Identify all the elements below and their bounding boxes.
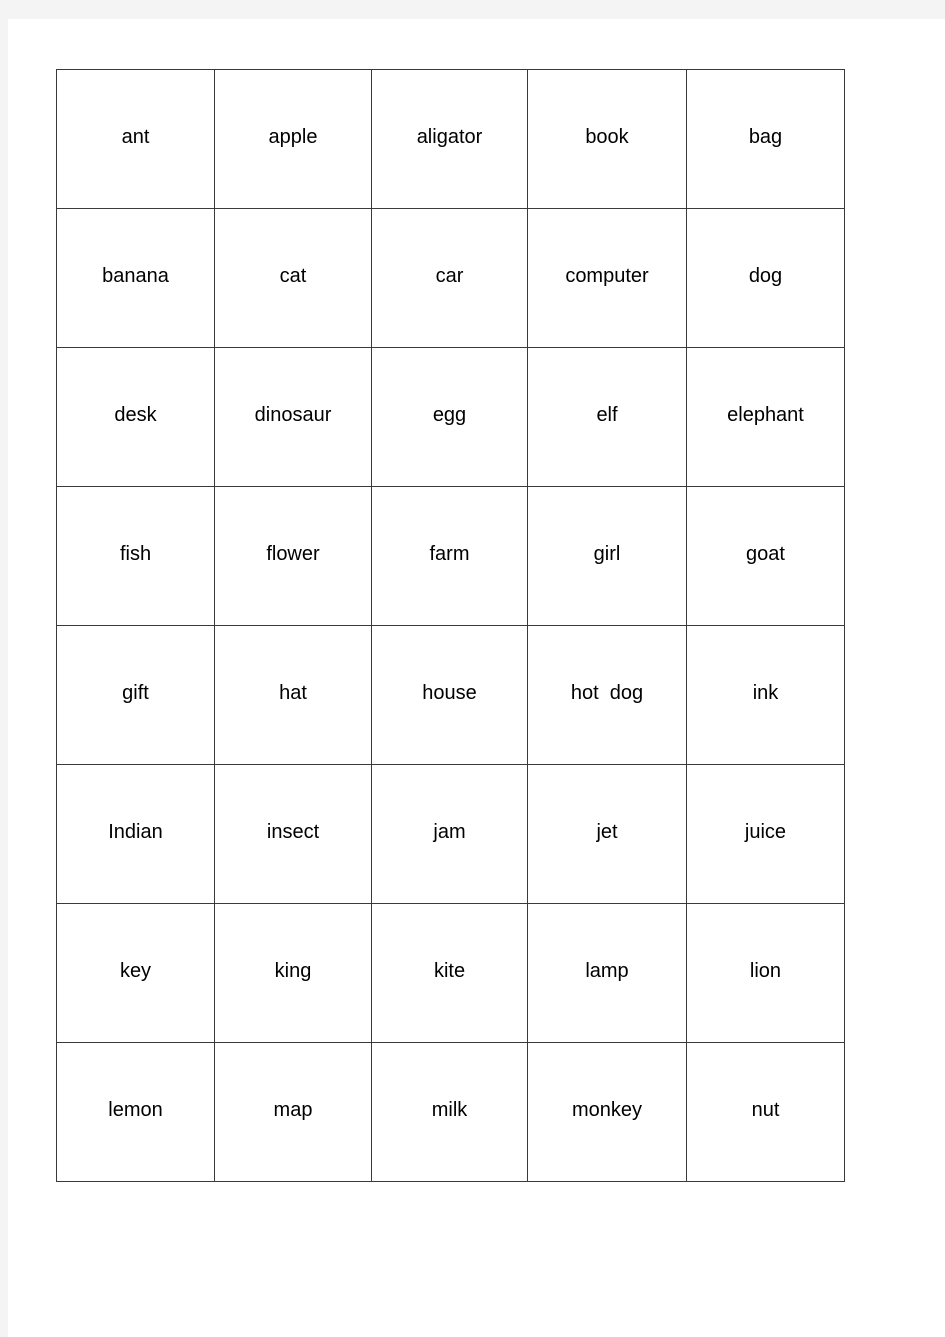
word-cell: cat (214, 208, 372, 348)
table-row: gift hat house hot dog ink (56, 625, 845, 765)
word-cell: lemon (56, 1042, 215, 1182)
word-cell: dinosaur (214, 347, 372, 487)
word-cell: monkey (527, 1042, 687, 1182)
word-cell: goat (686, 486, 845, 626)
word-cell: juice (686, 764, 845, 904)
word-cell: ant (56, 69, 215, 209)
word-cell: elephant (686, 347, 845, 487)
word-cell: kite (371, 903, 528, 1043)
table-row: ant apple aligator book bag (56, 69, 845, 209)
word-cell: nut (686, 1042, 845, 1182)
word-cell: elf (527, 347, 687, 487)
word-list-table: ant apple aligator book bag banana cat c… (56, 69, 845, 1182)
word-cell: lion (686, 903, 845, 1043)
word-cell: flower (214, 486, 372, 626)
word-cell: ink (686, 625, 845, 765)
word-cell: car (371, 208, 528, 348)
table-row: fish flower farm girl goat (56, 486, 845, 626)
word-cell: farm (371, 486, 528, 626)
word-cell: map (214, 1042, 372, 1182)
word-cell: jam (371, 764, 528, 904)
word-cell: key (56, 903, 215, 1043)
word-cell: fish (56, 486, 215, 626)
word-cell: Indian (56, 764, 215, 904)
table-body: ant apple aligator book bag banana cat c… (56, 69, 845, 1182)
word-cell: king (214, 903, 372, 1043)
word-cell: banana (56, 208, 215, 348)
word-cell: dog (686, 208, 845, 348)
word-cell: bag (686, 69, 845, 209)
word-cell: jet (527, 764, 687, 904)
document-page: ant apple aligator book bag banana cat c… (8, 19, 945, 1337)
word-cell: hat (214, 625, 372, 765)
word-cell: egg (371, 347, 528, 487)
word-cell: milk (371, 1042, 528, 1182)
word-cell: house (371, 625, 528, 765)
table-row: Indian insect jam jet juice (56, 764, 845, 904)
table-row: desk dinosaur egg elf elephant (56, 347, 845, 487)
table-row: key king kite lamp lion (56, 903, 845, 1043)
word-cell: aligator (371, 69, 528, 209)
word-cell: girl (527, 486, 687, 626)
word-cell: hot dog (527, 625, 687, 765)
word-cell: lamp (527, 903, 687, 1043)
word-cell: computer (527, 208, 687, 348)
word-cell: desk (56, 347, 215, 487)
table-row: lemon map milk monkey nut (56, 1042, 845, 1182)
word-cell: gift (56, 625, 215, 765)
word-cell: book (527, 69, 687, 209)
table-row: banana cat car computer dog (56, 208, 845, 348)
word-cell: insect (214, 764, 372, 904)
word-cell: apple (214, 69, 372, 209)
